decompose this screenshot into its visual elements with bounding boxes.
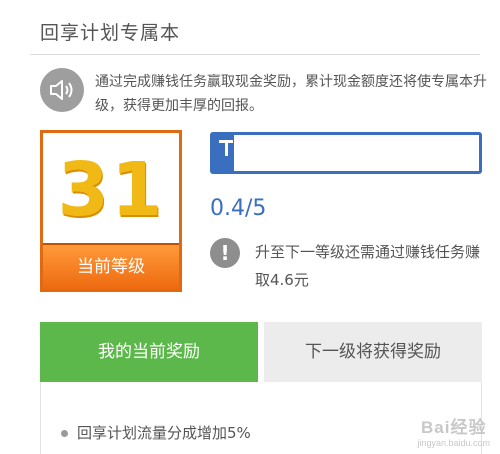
progress-marker [219,140,233,156]
speaker-icon-glyph [50,80,73,100]
progress-bar [210,132,482,174]
speaker-icon [40,68,84,112]
tab-current-reward[interactable]: 我的当前奖励 [40,322,258,391]
page-title: 回享计划专属本 [40,22,181,44]
level-number: 31 [57,147,165,233]
watermark-logo: Bai经验 [420,418,487,437]
bullet-icon [61,430,68,437]
level-label: 当前等级 [43,243,179,289]
exclamation-icon: ! [210,238,240,268]
title-divider [30,54,480,55]
level-card: 31 当前等级 [40,130,182,292]
progress-text: 0.4/5 [210,196,267,221]
reward-panel: 回享计划流量分成增加5% [40,382,482,454]
tab-next-level-reward[interactable]: 下一级将获得奖励 [264,322,482,382]
upgrade-hint-text: 升至下一等级还需通过赚钱任务赚取4.6元 [255,243,481,289]
notice-text: 通过完成赚钱任务赢取现金奖励，累计现金额度还将使专属本升级，获得更加丰厚的回报。 [95,74,487,114]
reward-item-text: 回享计划流量分成增加5% [77,424,251,442]
reward-item: 回享计划流量分成增加5% [61,422,251,443]
watermark-url: jingyan.baidu.com [417,438,490,448]
watermark: Bai经验 jingyan.baidu.com [417,413,490,448]
